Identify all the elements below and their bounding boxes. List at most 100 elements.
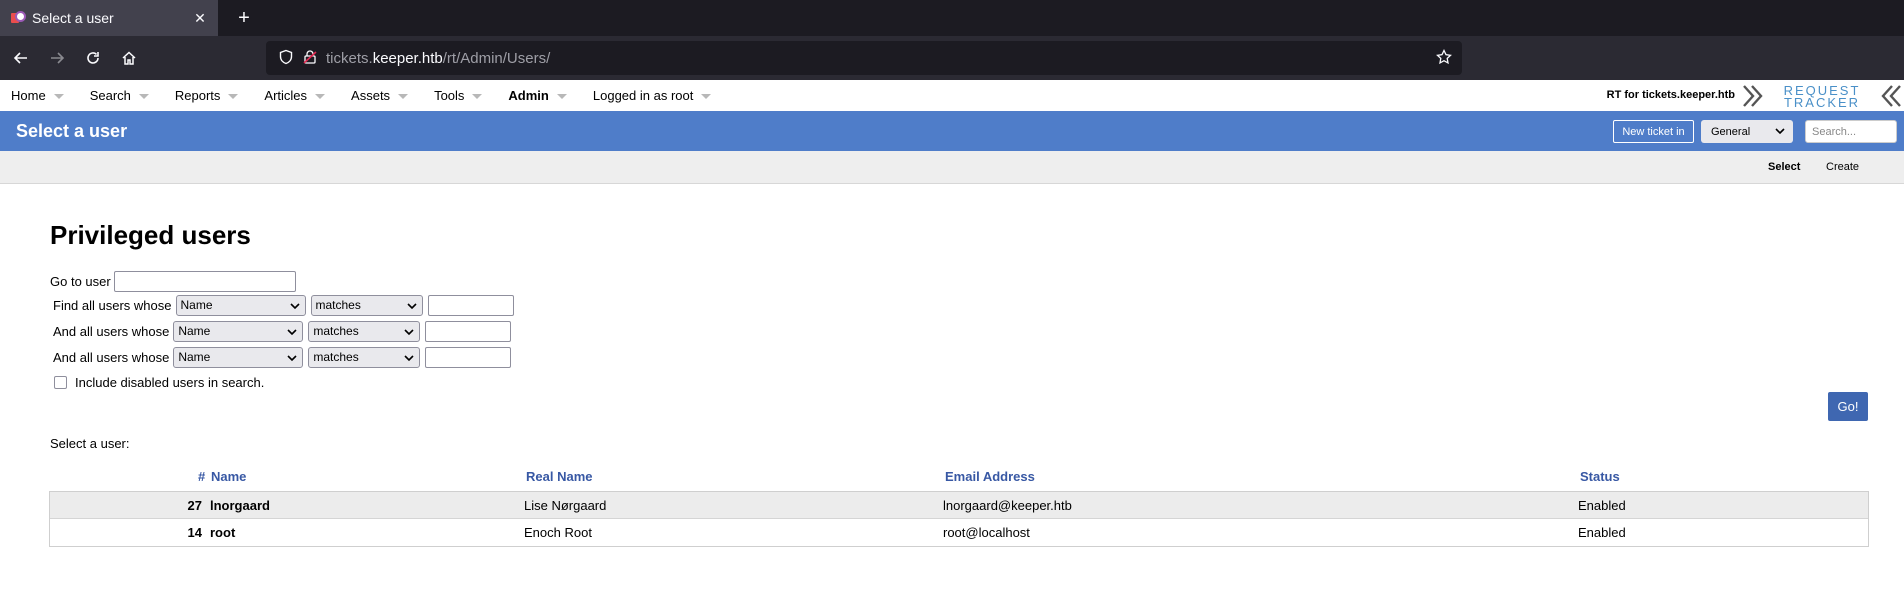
menu-articles[interactable]: Articles	[253, 88, 326, 103]
chevron-down-icon	[1775, 128, 1785, 135]
new-ticket-button[interactable]: New ticket in	[1613, 120, 1694, 143]
queue-selected-value: General	[1711, 125, 1751, 138]
chevron-down-icon	[289, 302, 300, 309]
url-text: tickets.keeper.htb/rt/Admin/Users/	[326, 50, 550, 67]
field-select[interactable]: Name	[175, 294, 306, 316]
include-disabled-label[interactable]: Include disabled users in search.	[75, 375, 264, 390]
menu-tools[interactable]: Tools	[423, 88, 483, 103]
chevron-down-icon	[287, 354, 297, 361]
table-row[interactable]: 27 lnorgaard Lise Nørgaard lnorgaard@kee…	[50, 492, 1868, 519]
operator-selected-value: matches	[315, 298, 361, 312]
new-tab-button[interactable]: +	[232, 6, 256, 30]
select-user-label: Select a user:	[50, 436, 130, 451]
go-button[interactable]: Go!	[1828, 392, 1868, 421]
caret-down-icon	[701, 94, 712, 99]
column-header-status[interactable]: Status	[1580, 469, 1620, 484]
caret-down-icon	[315, 94, 326, 99]
filter-row-1: Find all users whose Name matches	[53, 294, 514, 316]
filter-row-2: And all users whose Name matches	[53, 320, 512, 342]
rt-instance-name: RT for tickets.keeper.htb	[1606, 89, 1735, 101]
operator-selected-value: matches	[313, 324, 359, 338]
field-select[interactable]: Name	[173, 346, 304, 368]
operator-select[interactable]: matches	[308, 320, 421, 342]
table-row[interactable]: 14 root Enoch Root root@localhost Enable…	[50, 519, 1868, 546]
caret-down-icon	[472, 94, 483, 99]
column-header-id[interactable]: #	[198, 469, 205, 484]
chevron-down-icon	[404, 328, 414, 335]
tab-select[interactable]: Select	[1768, 161, 1800, 173]
forward-icon[interactable]	[45, 46, 69, 70]
menu-admin[interactable]: Admin	[497, 88, 567, 103]
page-subtabs: Select Create	[0, 151, 1904, 184]
menu-label: Tools	[434, 88, 465, 103]
browser-tab-strip: Select a user ✕ +	[0, 0, 1904, 36]
menu-logged-in[interactable]: Logged in as root	[582, 88, 712, 103]
caret-down-icon	[53, 94, 64, 99]
user-name-link[interactable]: lnorgaard	[210, 498, 270, 513]
shield-icon[interactable]	[278, 49, 294, 69]
filter-label: And all users whose	[53, 323, 170, 339]
logo-text-bottom: TRACKER	[1784, 95, 1860, 109]
user-id: 14	[187, 525, 202, 540]
include-disabled-row: Include disabled users in search.	[54, 371, 264, 393]
menu-home[interactable]: Home	[0, 88, 64, 103]
menu-reports[interactable]: Reports	[164, 88, 239, 103]
caret-down-icon	[138, 94, 149, 99]
tab-create[interactable]: Create	[1826, 161, 1859, 173]
table-header: # Name Real Name Email Address Status	[0, 469, 1904, 489]
user-status: Enabled	[1578, 525, 1626, 540]
column-header-real-name[interactable]: Real Name	[526, 469, 592, 484]
request-tracker-logo[interactable]: REQUEST TRACKER	[1742, 83, 1902, 109]
back-icon[interactable]	[9, 46, 33, 70]
url-path: /rt/Admin/Users/	[442, 49, 551, 67]
caret-down-icon	[398, 94, 409, 99]
queue-select[interactable]: General	[1701, 120, 1793, 143]
filter-value-input[interactable]	[425, 346, 512, 368]
menu-label: Logged in as root	[592, 88, 694, 103]
user-real-name: Enoch Root	[524, 525, 592, 540]
tab-title: Select a user	[32, 10, 114, 26]
menu-label: Search	[89, 88, 131, 103]
caret-down-icon	[556, 94, 567, 99]
operator-select[interactable]: matches	[310, 294, 423, 316]
insecure-lock-icon[interactable]	[302, 49, 318, 69]
bookmark-star-icon[interactable]	[1436, 48, 1452, 69]
user-email: lnorgaard@keeper.htb	[943, 498, 1072, 513]
address-bar[interactable]: tickets.keeper.htb/rt/Admin/Users/	[266, 41, 1462, 75]
rt-top-menu-bar: Home Search Reports Articles Assets Tool…	[0, 80, 1904, 111]
user-id: 27	[187, 498, 202, 513]
menu-label: Assets	[351, 88, 391, 103]
column-header-name[interactable]: Name	[211, 469, 246, 484]
close-tab-icon[interactable]: ✕	[188, 10, 212, 27]
user-real-name: Lise Nørgaard	[524, 498, 607, 513]
rt-favicon-icon	[10, 11, 26, 25]
url-domain: keeper.htb	[372, 49, 443, 67]
filter-value-input[interactable]	[427, 294, 514, 316]
filter-value-input[interactable]	[425, 320, 512, 342]
filter-label: And all users whose	[53, 349, 170, 365]
browser-toolbar: tickets.keeper.htb/rt/Admin/Users/	[0, 36, 1904, 80]
goto-user-input[interactable]	[113, 270, 296, 292]
field-selected-value: Name	[180, 298, 213, 312]
user-email: root@localhost	[943, 525, 1030, 540]
filter-row-3: And all users whose Name matches	[53, 346, 512, 368]
browser-tab[interactable]: Select a user ✕	[0, 0, 218, 36]
reload-icon[interactable]	[81, 46, 105, 70]
home-icon[interactable]	[117, 46, 141, 70]
menu-label: Admin	[508, 88, 549, 103]
rt-main-menu: Home Search Reports Articles Assets Tool…	[0, 80, 722, 111]
user-status: Enabled	[1578, 498, 1626, 513]
operator-select[interactable]: matches	[308, 346, 421, 368]
chevron-down-icon	[406, 302, 417, 309]
quick-search-input[interactable]: Search...	[1805, 120, 1897, 143]
menu-search[interactable]: Search	[79, 88, 149, 103]
menu-assets[interactable]: Assets	[340, 88, 409, 103]
user-name-link[interactable]: root	[210, 525, 235, 540]
include-disabled-checkbox[interactable]	[54, 375, 67, 389]
field-select[interactable]: Name	[173, 320, 304, 342]
column-header-email[interactable]: Email Address	[945, 469, 1035, 484]
section-heading: Privileged users	[50, 220, 251, 250]
goto-user-label: Go to user	[50, 273, 111, 289]
chevron-down-icon	[287, 328, 297, 335]
page-header: Select a user New ticket in General Sear…	[0, 111, 1904, 151]
